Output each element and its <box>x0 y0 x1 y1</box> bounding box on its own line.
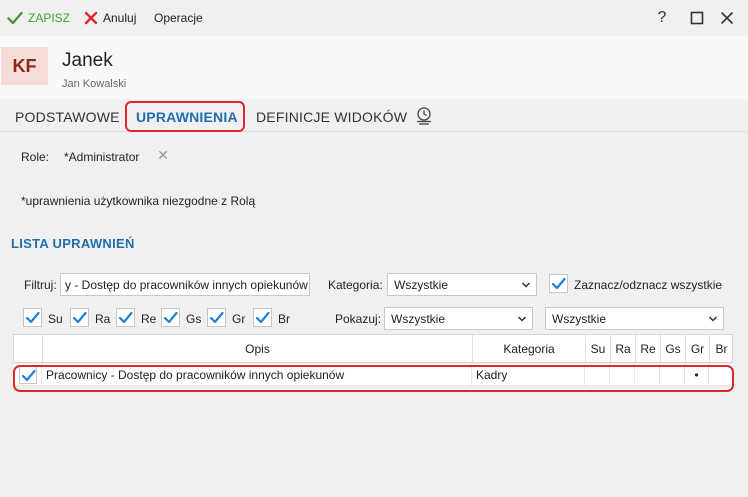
show-select-secondary-value: Wszystkie <box>552 312 606 326</box>
toolbar: ZAPISZ Anuluj Operacje ? <box>0 0 748 36</box>
checkmark-icon <box>7 11 23 25</box>
tab-bar: PODSTAWOWE UPRAWNIENIA DEFINICJE WIDOKÓW <box>0 99 748 132</box>
tab-highlight-annotation <box>125 101 245 132</box>
record-name: Janek <box>62 50 113 71</box>
history-icon[interactable] <box>414 106 434 126</box>
flag-gr-label: Gr <box>232 312 246 326</box>
permissions-grid: Opis Kategoria Su Ra Re Gs Gr Br Pracown… <box>13 334 733 497</box>
flag-gs-checkbox[interactable] <box>161 308 180 327</box>
category-label: Kategoria: <box>328 278 383 292</box>
toggle-all-checkbox[interactable] <box>549 274 568 293</box>
close-icon <box>720 11 734 25</box>
operations-label: Operacje <box>154 11 203 25</box>
checkmark-icon <box>72 311 87 324</box>
column-header-ra[interactable]: Ra <box>610 335 635 363</box>
save-button[interactable]: ZAPISZ <box>7 9 70 27</box>
flag-su-checkbox[interactable] <box>23 308 42 327</box>
flag-ra-label: Ra <box>95 312 111 326</box>
maximize-icon <box>690 11 704 25</box>
filter-input[interactable]: y - Dostęp do pracowników innych opiekun… <box>60 273 310 296</box>
save-label: ZAPISZ <box>28 11 71 25</box>
flag-br-checkbox[interactable] <box>253 308 272 327</box>
flag-su-label: Su <box>48 312 63 326</box>
category-select-value: Wszystkie <box>394 278 448 292</box>
grid-header: Opis Kategoria Su Ra Re Gs Gr Br <box>13 334 733 363</box>
checkmark-icon <box>163 311 178 324</box>
checkmark-icon <box>551 277 566 290</box>
checkmark-icon <box>25 311 40 324</box>
flag-ra-checkbox[interactable] <box>70 308 89 327</box>
row-highlight-annotation <box>13 365 734 392</box>
toggle-all-label: Zaznacz/odznacz wszystkie <box>574 278 723 292</box>
category-select[interactable]: Wszystkie <box>387 273 537 296</box>
checkmark-icon <box>209 311 224 324</box>
tab-definicje-widokow[interactable]: DEFINICJE WIDOKÓW <box>256 109 407 125</box>
chevron-down-icon <box>517 316 527 322</box>
flag-gs-label: Gs <box>186 312 202 326</box>
help-icon: ? <box>657 9 667 26</box>
chevron-down-icon <box>708 316 718 322</box>
close-button[interactable] <box>715 6 739 30</box>
flag-gr-checkbox[interactable] <box>207 308 226 327</box>
column-header-gr[interactable]: Gr <box>685 335 709 363</box>
column-header-gs[interactable]: Gs <box>660 335 685 363</box>
section-title: LISTA UPRAWNIEŃ <box>11 236 135 251</box>
chevron-down-icon <box>521 282 531 288</box>
cancel-button[interactable]: Anuluj <box>84 9 136 27</box>
help-button[interactable]: ? <box>650 6 674 30</box>
column-header-re[interactable]: Re <box>635 335 660 363</box>
maximize-button[interactable] <box>685 6 709 30</box>
column-header-kategoria[interactable]: Kategoria <box>472 335 585 363</box>
avatar: KF <box>1 47 48 85</box>
flag-re-label: Re <box>141 312 157 326</box>
column-header-opis[interactable]: Opis <box>42 335 472 363</box>
record-header: KF Janek Jan Kowalski <box>0 36 748 99</box>
x-icon <box>84 11 98 25</box>
column-header-br[interactable]: Br <box>709 335 733 363</box>
show-label: Pokazuj: <box>335 312 382 326</box>
filter-label: Filtruj: <box>24 278 57 292</box>
checkmark-icon <box>255 311 270 324</box>
record-subname: Jan Kowalski <box>62 78 127 90</box>
operations-menu[interactable]: Operacje <box>154 9 203 27</box>
checkmark-icon <box>118 311 133 324</box>
role-label: Role: <box>21 150 50 164</box>
show-select[interactable]: Wszystkie <box>384 307 533 330</box>
permissions-note: *uprawnienia użytkownika niezgodne z Rol… <box>21 194 256 208</box>
role-value: *Administrator <box>64 150 140 164</box>
permissions-panel: Role: *Administrator ✕ *uprawnienia użyt… <box>0 133 748 497</box>
show-select-secondary[interactable]: Wszystkie <box>545 307 724 330</box>
flag-re-checkbox[interactable] <box>116 308 135 327</box>
cancel-label: Anuluj <box>103 11 137 25</box>
flag-br-label: Br <box>278 312 290 326</box>
role-remove-icon[interactable]: ✕ <box>156 148 170 162</box>
column-header-su[interactable]: Su <box>585 335 610 363</box>
show-select-value: Wszystkie <box>391 312 445 326</box>
tab-podstawowe[interactable]: PODSTAWOWE <box>15 109 120 125</box>
